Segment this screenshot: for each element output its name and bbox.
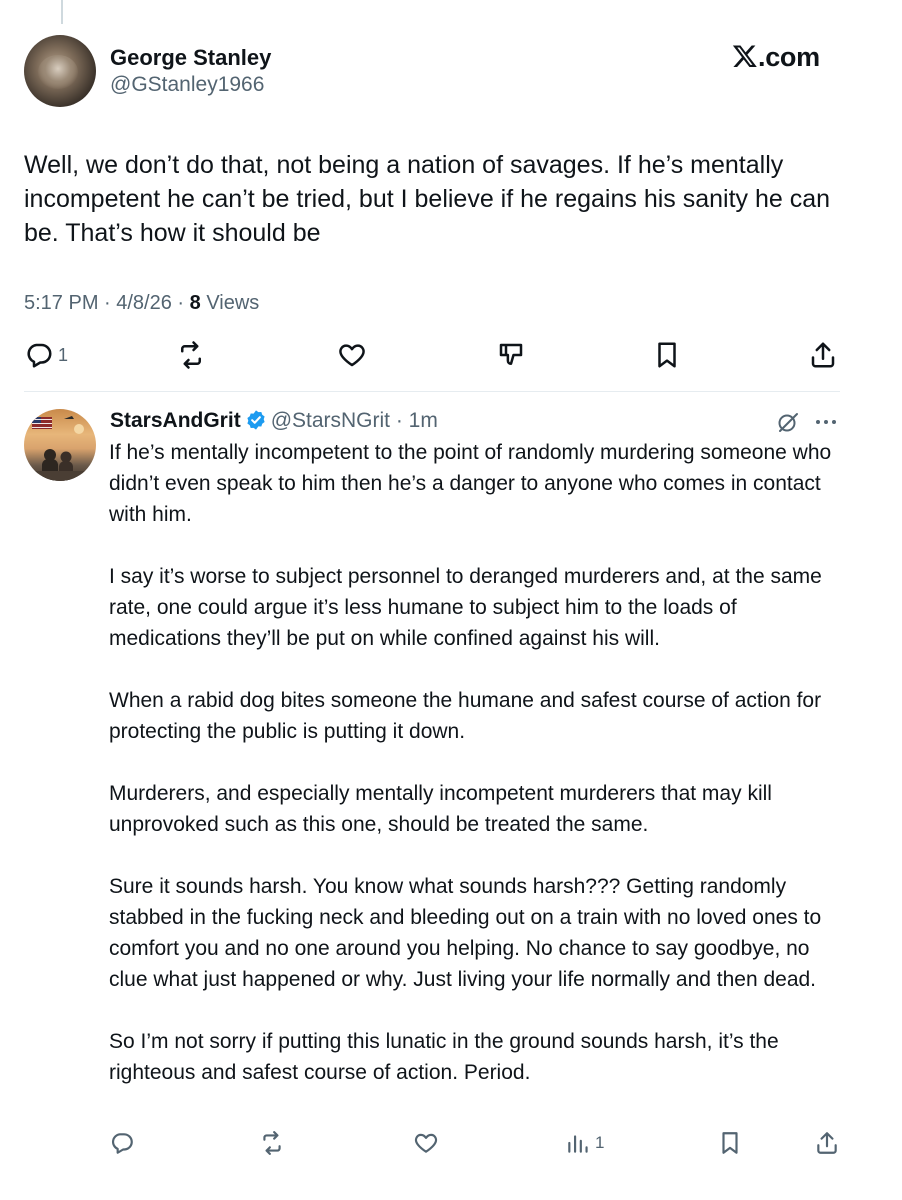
reply-header: StarsAndGrit @StarsNGrit · 1m bbox=[110, 409, 438, 433]
avatar-george-stanley[interactable] bbox=[24, 35, 96, 107]
retweet-icon bbox=[181, 341, 201, 369]
views-icon bbox=[568, 1135, 588, 1153]
reply-retweet-button[interactable] bbox=[259, 1130, 285, 1156]
reply-paragraph: Murderers, and especially mentally incom… bbox=[109, 782, 772, 836]
thread-line bbox=[61, 0, 63, 24]
grok-icon[interactable] bbox=[776, 410, 800, 434]
bookmark-button[interactable] bbox=[652, 340, 682, 370]
tweet-text: Well, we don’t do that, not being a nati… bbox=[24, 151, 831, 247]
reply-actions: 1 bbox=[109, 1130, 843, 1160]
reply-reply-button[interactable] bbox=[109, 1130, 135, 1156]
dislike-icon bbox=[499, 343, 523, 365]
avatar-photo bbox=[24, 416, 96, 481]
reply-author-handle[interactable]: @StarsNGrit bbox=[271, 409, 390, 432]
reply-views-count: 1 bbox=[595, 1133, 605, 1152]
reply-text: If he’s mentally incompetent to the poin… bbox=[109, 437, 849, 1088]
reply-paragraph: So I’m not sorry if putting this lunatic… bbox=[109, 1030, 779, 1084]
reply-author-name[interactable]: StarsAndGrit bbox=[110, 409, 241, 432]
bookmark-icon bbox=[658, 342, 676, 368]
tweet-meta: 5:17 PM · 4/8/26 · 8 Views bbox=[24, 292, 259, 315]
reply-paragraph: If he’s mentally incompetent to the poin… bbox=[109, 441, 832, 526]
x-site-label: .com bbox=[758, 42, 820, 72]
like-button[interactable] bbox=[337, 340, 367, 370]
divider bbox=[24, 391, 840, 392]
like-icon bbox=[339, 344, 365, 367]
verified-badge-icon bbox=[247, 410, 265, 430]
dislike-button[interactable] bbox=[496, 340, 526, 370]
tweet-timestamp[interactable]: 5:17 PM · 4/8/26 · bbox=[24, 292, 190, 314]
share-icon bbox=[811, 342, 835, 368]
retweet-icon bbox=[263, 1131, 281, 1155]
reply-icon bbox=[111, 1133, 133, 1154]
reply-time[interactable]: · 1m bbox=[390, 409, 438, 432]
bookmark-icon bbox=[722, 1132, 738, 1154]
more-icon[interactable] bbox=[814, 418, 838, 426]
reply-like-button[interactable] bbox=[413, 1130, 439, 1156]
retweet-button[interactable] bbox=[176, 340, 206, 370]
x-logo-icon bbox=[732, 45, 757, 68]
like-icon bbox=[414, 1133, 438, 1153]
reply-paragraph: I say it’s worse to subject personnel to… bbox=[109, 565, 822, 650]
views-label: Views bbox=[200, 292, 260, 314]
views-count: 8 bbox=[189, 292, 201, 314]
reply-views-button[interactable]: 1 bbox=[565, 1130, 604, 1156]
x-watermark: .com bbox=[732, 42, 820, 73]
avatar-starsandgrit[interactable] bbox=[24, 409, 96, 481]
share-button[interactable] bbox=[808, 340, 838, 370]
author-name[interactable]: George Stanley bbox=[110, 45, 271, 71]
reply-button[interactable]: 1 bbox=[24, 340, 68, 370]
share-icon bbox=[817, 1132, 837, 1154]
reply-bookmark-button[interactable] bbox=[717, 1130, 743, 1156]
reply-count: 1 bbox=[58, 344, 69, 365]
author-handle[interactable]: @GStanley1966 bbox=[110, 73, 264, 97]
reply-icon bbox=[27, 343, 52, 368]
reply-share-button[interactable] bbox=[814, 1130, 840, 1156]
tweet-actions: 1 bbox=[24, 340, 844, 376]
reply-paragraph: When a rabid dog bites someone the human… bbox=[109, 689, 822, 743]
reply-paragraph: Sure it sounds harsh. You know what soun… bbox=[109, 875, 822, 991]
